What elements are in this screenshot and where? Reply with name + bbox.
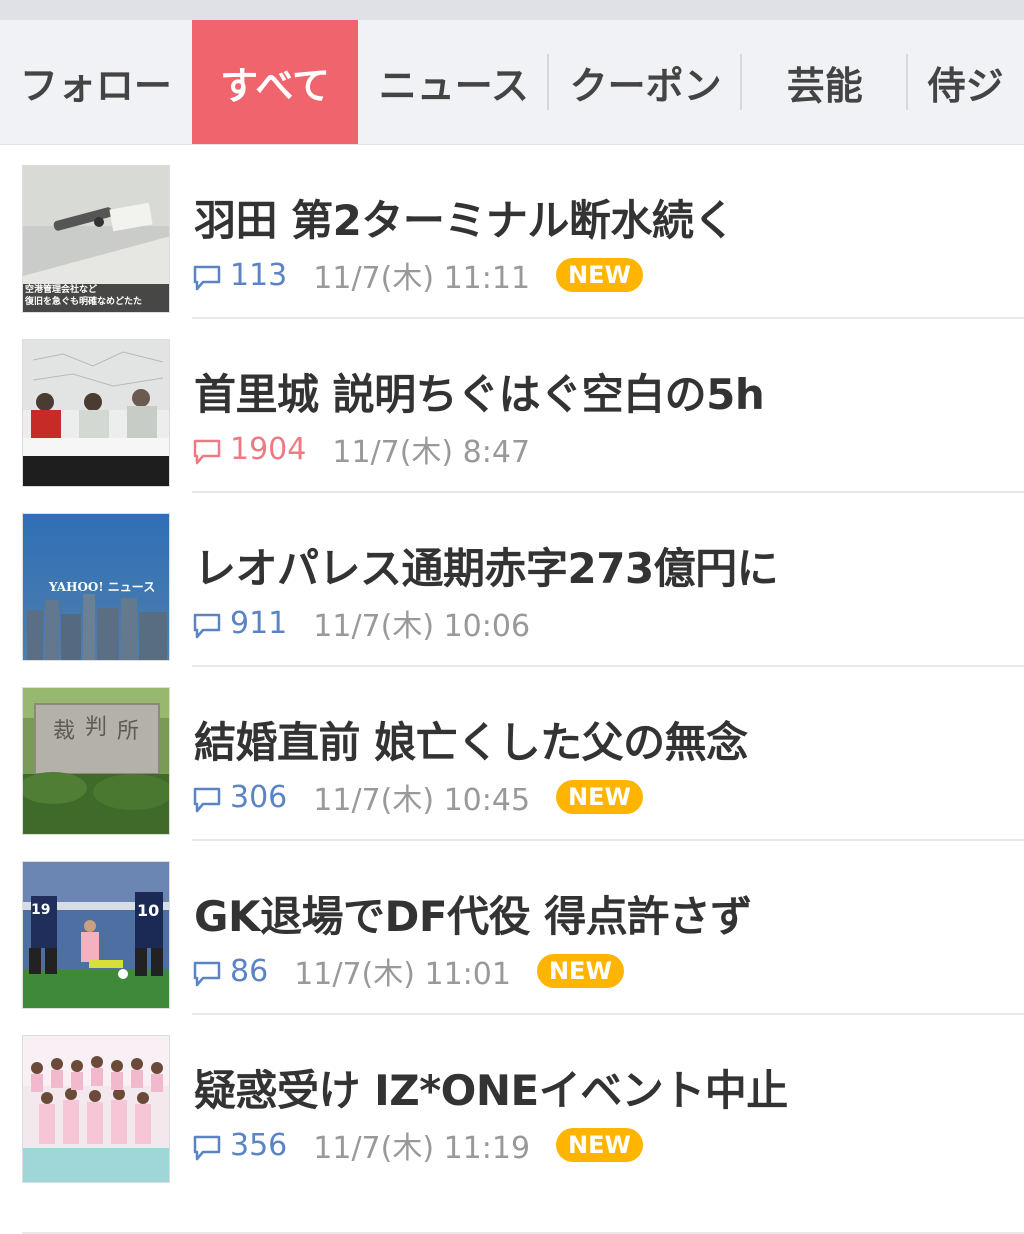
tab-news[interactable]: ニュース <box>358 20 550 144</box>
thumbnail-caption-line: 復旧を急ぐも明確なめどたた <box>25 297 143 307</box>
tab-label: すべて <box>220 63 330 108</box>
article-item[interactable]: 19 10 GK退場でDF代役 得点許さず 86 11/7(木) 11:01 N… <box>0 841 1024 1015</box>
comment-count: 1904 <box>230 431 307 467</box>
comment-icon <box>193 265 221 291</box>
tab-all[interactable]: すべて <box>191 20 359 144</box>
article-thumbnail: YAHOO! ニュース <box>22 513 170 661</box>
tab-label: 侍ジ <box>927 63 1004 108</box>
yahoo-news-logo: YAHOO! ニュース <box>49 580 156 594</box>
tab-entertainment[interactable]: 芸能 <box>742 20 908 144</box>
article-date: 11/7(木) 10:45 <box>313 783 531 818</box>
article-item[interactable]: 裁 判 所 結婚直前 娘亡くした父の無念 306 11/7(木) 10:45 N… <box>0 667 1024 841</box>
comment-icon <box>193 613 221 639</box>
new-badge: NEW <box>556 1128 643 1162</box>
article-thumbnail: 19 10 <box>22 861 170 1009</box>
thumbnail-caption-line: 空港管理会社など <box>25 285 98 295</box>
comment-count: 113 <box>230 257 288 293</box>
article-thumbnail <box>22 339 170 487</box>
tab-label: 芸能 <box>786 63 863 108</box>
tab-label: クーポン <box>569 63 722 108</box>
article-thumbnail: 裁 判 所 <box>22 687 170 835</box>
comment-icon <box>193 787 221 813</box>
article-meta: 911 11/7(木) 10:06 <box>192 601 530 645</box>
article-title[interactable]: 結婚直前 娘亡くした父の無念 <box>194 709 748 770</box>
tab-samurai-japan[interactable]: 侍ジ <box>908 20 1024 144</box>
tab-label: フォロー <box>19 63 172 108</box>
new-badge: NEW <box>556 258 643 292</box>
comment-count: 306 <box>230 779 288 815</box>
article-thumbnail: 空港管理会社など 復旧を急ぐも明確なめどたた <box>22 165 170 313</box>
article-item[interactable]: 空港管理会社など 復旧を急ぐも明確なめどたた 羽田 第2ターミナル断水続く 11… <box>0 145 1024 319</box>
article-title[interactable]: レオパレス通期赤字273億円に <box>194 535 779 596</box>
article-date: 11/7(木) 8:47 <box>332 435 531 470</box>
article-meta: 1904 11/7(木) 8:47 <box>192 427 530 471</box>
article-date: 11/7(木) 11:01 <box>294 957 511 992</box>
article-title[interactable]: GK退場でDF代役 得点許さず <box>194 883 752 944</box>
article-item[interactable]: 疑惑受け IZ*ONEイベント中止 356 11/7(木) 11:19 NEW <box>0 1015 1024 1189</box>
comment-icon <box>193 1135 221 1161</box>
tab-coupon[interactable]: クーポン <box>549 20 742 144</box>
article-list: 空港管理会社など 復旧を急ぐも明確なめどたた 羽田 第2ターミナル断水続く 11… <box>0 145 1024 1189</box>
comment-count: 911 <box>230 605 288 641</box>
article-title[interactable]: 羽田 第2ターミナル断水続く <box>194 187 735 248</box>
article-item[interactable]: YAHOO! ニュース レオパレス通期赤字273億円に 911 11/7(木) … <box>0 493 1024 667</box>
article-title[interactable]: 疑惑受け IZ*ONEイベント中止 <box>194 1057 788 1118</box>
svg-text:19: 19 <box>31 902 50 918</box>
article-title[interactable]: 首里城 説明ちぐはぐ空白の5h <box>194 361 765 422</box>
comment-icon <box>193 439 221 465</box>
article-date: 11/7(木) 11:19 <box>313 1131 531 1166</box>
comment-count: 356 <box>230 1127 288 1163</box>
article-date: 11/7(木) 11:11 <box>313 261 531 296</box>
category-tabs: フォロー すべて ニュース クーポン 芸能 侍ジ <box>0 20 1024 145</box>
svg-text:判: 判 <box>85 715 107 740</box>
article-thumbnail <box>22 1035 170 1183</box>
article-date: 11/7(木) 10:06 <box>313 609 531 644</box>
new-badge: NEW <box>536 954 624 988</box>
article-meta: 113 11/7(木) 11:11 NEW <box>192 253 643 297</box>
svg-text:裁: 裁 <box>53 719 75 744</box>
comment-icon <box>193 961 221 987</box>
new-badge: NEW <box>556 780 643 814</box>
svg-text:所: 所 <box>117 719 139 744</box>
svg-text:10: 10 <box>137 901 159 920</box>
article-meta: 356 11/7(木) 11:19 NEW <box>192 1123 643 1167</box>
comment-count: 86 <box>230 953 269 989</box>
tab-follow[interactable]: フォロー <box>0 20 192 144</box>
article-meta: 306 11/7(木) 10:45 NEW <box>192 775 643 819</box>
article-meta: 86 11/7(木) 11:01 NEW <box>192 949 624 993</box>
status-bar <box>0 0 1024 20</box>
tab-label: ニュース <box>378 63 529 108</box>
article-item[interactable]: 首里城 説明ちぐはぐ空白の5h 1904 11/7(木) 8:47 <box>0 319 1024 493</box>
